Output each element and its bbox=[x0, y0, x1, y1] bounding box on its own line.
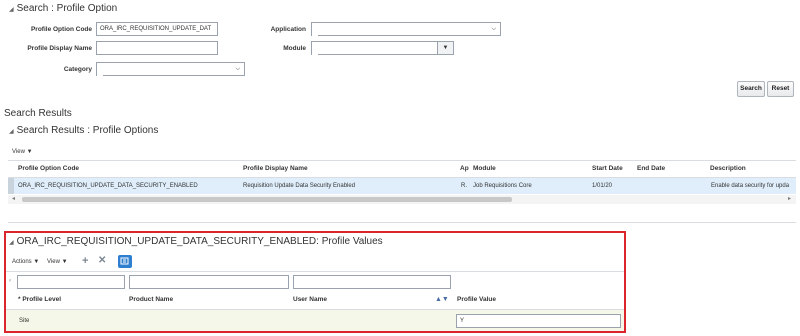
section-divider bbox=[8, 222, 796, 223]
search-results-heading-text: Search Results : Profile Options bbox=[16, 125, 159, 136]
search-section-heading[interactable]: ◢ Search : Profile Option bbox=[9, 3, 117, 14]
add-icon[interactable]: + bbox=[82, 255, 88, 267]
dropdown-chevron-icon: ▼ bbox=[33, 259, 40, 265]
row-profile-level: Site bbox=[19, 318, 30, 324]
results-horizontal-scrollbar[interactable]: ◂ ▸ bbox=[8, 195, 796, 204]
row-profile-option-code: ORA_IRC_REQUISITION_UPDATE_DATA_SECURITY… bbox=[18, 183, 198, 189]
category-select-value bbox=[97, 63, 103, 77]
col-header-start-date[interactable]: Start Date bbox=[592, 165, 623, 172]
dropdown-chevron-icon: ⌵ bbox=[235, 66, 240, 72]
results-toolbar-divider bbox=[8, 160, 796, 161]
profile-value-input[interactable]: Y bbox=[456, 314, 621, 328]
row-profile-display-name: Requisition Update Data Security Enabled bbox=[243, 183, 356, 189]
row-description: Enable data security for upda bbox=[711, 183, 790, 189]
scrollbar-thumb[interactable] bbox=[22, 197, 512, 202]
col-header-profile-value[interactable]: Profile Value bbox=[457, 296, 496, 303]
module-select[interactable]: ▼ bbox=[311, 41, 454, 56]
table-row[interactable]: Site Y bbox=[6, 310, 624, 331]
scroll-right-icon[interactable]: ▸ bbox=[788, 195, 791, 202]
search-results-section-heading[interactable]: ◢ Search Results : Profile Options bbox=[9, 125, 158, 136]
required-mark: * bbox=[18, 296, 21, 303]
values-view-menu[interactable]: View ▼ bbox=[47, 259, 68, 265]
col-header-user-name[interactable]: User Name bbox=[293, 296, 327, 303]
filter-product-name-input[interactable] bbox=[129, 275, 289, 289]
col-header-module[interactable]: Module bbox=[473, 165, 496, 172]
application-label: Application bbox=[270, 26, 306, 33]
row-module: Job Requisitions Core bbox=[473, 183, 532, 189]
filter-icon: ⸗ bbox=[9, 278, 11, 284]
row-start-date: 1/01/20 bbox=[592, 183, 613, 189]
filter-profile-level-input[interactable] bbox=[17, 275, 125, 289]
search-heading-text: Search : Profile Option bbox=[16, 3, 118, 14]
dropdown-chevron-icon: ▼ bbox=[61, 259, 68, 265]
col-header-description[interactable]: Description bbox=[710, 165, 746, 172]
filter-user-name-input[interactable] bbox=[293, 275, 451, 289]
reset-button[interactable]: Reset bbox=[767, 81, 794, 97]
col-header-profile-option-code[interactable]: Profile Option Code bbox=[18, 165, 79, 172]
collapse-triangle-icon[interactable]: ◢ bbox=[9, 129, 14, 135]
row-selector[interactable] bbox=[8, 178, 14, 194]
collapse-triangle-icon[interactable]: ◢ bbox=[9, 240, 14, 246]
table-row[interactable]: ORA_IRC_REQUISITION_UPDATE_DATA_SECURITY… bbox=[8, 178, 796, 194]
profile-values-heading-text: ORA_IRC_REQUISITION_UPDATE_DATA_SECURITY… bbox=[16, 236, 383, 247]
dropdown-chevron-icon[interactable]: ▼ bbox=[437, 42, 453, 54]
application-select-value bbox=[312, 23, 318, 37]
module-label: Module bbox=[283, 45, 306, 52]
actions-menu-label: Actions bbox=[12, 259, 32, 265]
profile-display-name-input[interactable] bbox=[96, 41, 218, 55]
detach-icon[interactable] bbox=[118, 255, 132, 268]
profile-display-name-label: Profile Display Name bbox=[27, 45, 92, 52]
category-select[interactable]: ⌵ bbox=[96, 62, 245, 77]
col-header-profile-level-label: Profile Level bbox=[22, 296, 61, 303]
col-header-product-name[interactable]: Product Name bbox=[129, 296, 173, 303]
col-header-ap[interactable]: Ap bbox=[460, 165, 469, 172]
values-toolbar-divider bbox=[6, 271, 624, 272]
col-header-profile-level[interactable]: * Profile Level bbox=[18, 296, 61, 303]
values-view-menu-label: View bbox=[47, 259, 60, 265]
application-select[interactable]: ⌵ bbox=[311, 22, 501, 37]
delete-icon[interactable]: ✕ bbox=[98, 255, 106, 266]
scroll-left-icon[interactable]: ◂ bbox=[12, 195, 15, 202]
col-header-end-date[interactable]: End Date bbox=[637, 165, 665, 172]
actions-menu[interactable]: Actions ▼ bbox=[12, 259, 39, 265]
profile-option-code-label: Profile Option Code bbox=[30, 26, 92, 33]
collapse-triangle-icon[interactable]: ◢ bbox=[9, 7, 14, 13]
search-button[interactable]: Search bbox=[737, 81, 765, 97]
dropdown-chevron-icon: ⌵ bbox=[491, 26, 496, 32]
profile-values-section-heading[interactable]: ◢ ORA_IRC_REQUISITION_UPDATE_DATA_SECURIT… bbox=[9, 236, 383, 247]
dropdown-chevron-icon: ▼ bbox=[26, 149, 33, 155]
sort-icon[interactable]: ▲▼ bbox=[435, 296, 449, 303]
results-view-menu-label: View bbox=[12, 149, 25, 155]
category-label: Category bbox=[63, 66, 92, 73]
row-ap: R. bbox=[461, 183, 467, 189]
results-view-menu[interactable]: View ▼ bbox=[12, 149, 33, 155]
col-header-profile-display-name[interactable]: Profile Display Name bbox=[243, 165, 308, 172]
module-select-value bbox=[312, 42, 318, 56]
search-results-title: Search Results bbox=[4, 108, 72, 119]
profile-option-code-input[interactable]: ORA_IRC_REQUISITION_UPDATE_DAT bbox=[96, 22, 218, 36]
